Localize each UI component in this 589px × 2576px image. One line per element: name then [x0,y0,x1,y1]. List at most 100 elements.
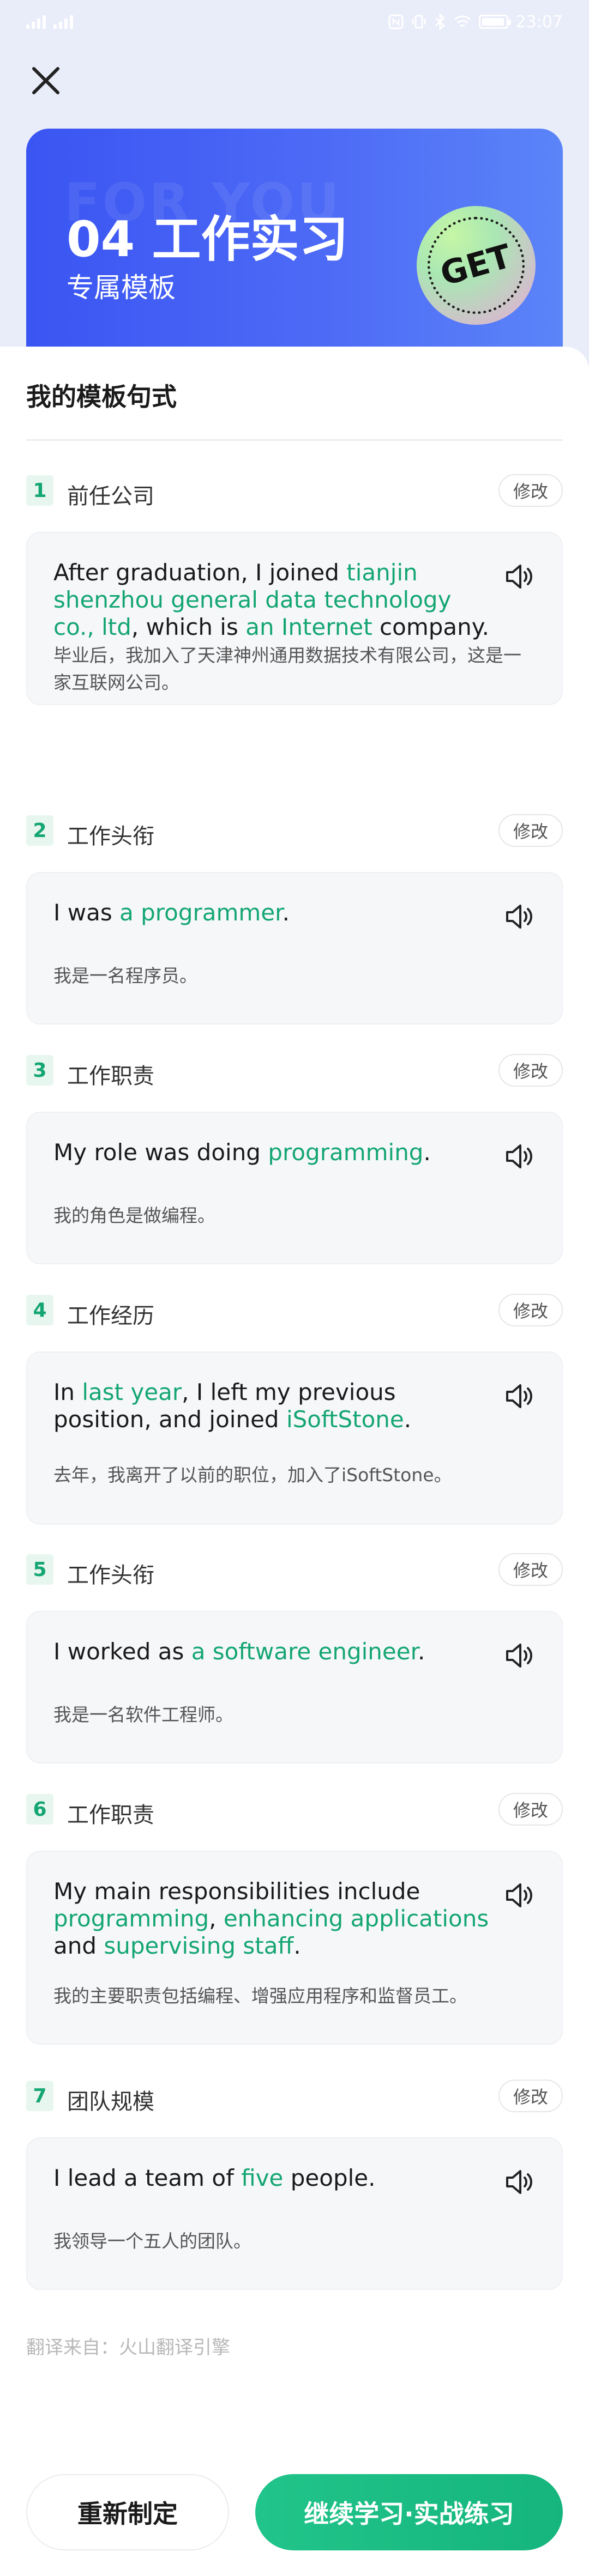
sentence-chinese: 毕业后，我加入了天津神州通用数据技术有限公司，这是一家互联网公司。 [53,645,521,693]
sentence-chinese: 我领导一个五人的团队。 [53,2230,251,2252]
get-badge: GET [417,206,536,325]
speaker-icon[interactable] [505,1382,536,1410]
item-number-badge: 7 [26,2081,53,2111]
edit-button[interactable]: 修改 [498,814,563,847]
signal-icon [26,15,46,29]
sentence-text: . [418,1638,425,1665]
sentence-text: . [282,899,290,926]
item-label: 前任公司 [67,484,154,509]
item-header: 2 工作头衔 修改 [26,814,563,849]
speaker-icon[interactable] [505,2168,536,2196]
signal-icon-2 [53,15,73,29]
status-bar: 23:07 [0,0,589,44]
sentence-text: and [53,1932,104,1959]
item-header: 7 团队规模 修改 [26,2080,563,2114]
item-number-badge: 4 [26,1295,53,1325]
highlighted-phrase: five [241,2165,284,2191]
item-header: 3 工作职责 修改 [26,1054,563,1089]
sentence-card: My role was doing programming. 我的角色是做编程。 [26,1112,563,1264]
highlighted-phrase: an Internet [245,614,372,640]
translate-note: 翻译来自：火山翻译引擎 [26,2337,230,2359]
sentence-english: I worked as a software engineer. [53,1638,495,1665]
sentence-card: I worked as a software engineer. 我是一名软件工程… [26,1611,563,1763]
sentence-english: In last year, I left my previous positio… [53,1379,495,1433]
hero-title: 04 工作实习 [67,211,348,268]
sentence-text: . [293,1932,301,1959]
battery-icon [478,15,511,29]
sentence-chinese: 我的主要职责包括编程、增强应用程序和监督员工。 [53,1985,467,2007]
sentence-text: After graduation, I joined [53,559,347,586]
sentence-english: My role was doing programming. [53,1139,495,1166]
hero-subtitle: 专属模板 [67,272,176,304]
speaker-icon[interactable] [505,1641,536,1670]
item-header: 6 工作职责 修改 [26,1793,563,1828]
highlighted-phrase: supervising staff [104,1932,294,1959]
item-label: 工作职责 [67,1064,154,1089]
edit-button[interactable]: 修改 [498,1553,563,1586]
item-header: 4 工作经历 修改 [26,1294,563,1329]
speaker-icon[interactable] [505,1142,536,1171]
edit-button[interactable]: 修改 [498,474,563,507]
item-label: 工作经历 [67,1304,154,1329]
sentence-text: . [423,1139,431,1166]
highlighted-phrase: iSoftStone [286,1406,404,1433]
highlighted-phrase: programming [268,1139,424,1166]
edit-button[interactable]: 修改 [498,1054,563,1087]
item-header: 1 前任公司 修改 [26,474,563,509]
item-number-badge: 5 [26,1554,53,1585]
highlighted-phrase: a software engineer [191,1638,418,1665]
highlighted-phrase: programming [53,1905,209,1932]
sentence-text: , [209,1905,224,1932]
continue-button[interactable]: 继续学习·实战练习 [255,2474,563,2550]
close-icon [32,67,59,94]
item-number-badge: 6 [26,1794,53,1825]
sentence-text: company. [372,614,489,640]
wifi-icon [454,15,471,27]
get-badge-text: GET [436,237,516,294]
hero-card: FOR YOU 04 工作实习 专属模板 GET [26,129,563,379]
sentence-text: I worked as [53,1638,191,1665]
sentence-card: In last year, I left my previous positio… [26,1351,563,1525]
sentence-english: My main responsibilities include program… [53,1878,495,1960]
sentence-text: I lead a team of [53,2165,242,2191]
close-button[interactable] [26,61,65,100]
sentence-card: My main responsibilities include program… [26,1851,563,2045]
redo-button[interactable]: 重新制定 [26,2474,229,2550]
sentence-text: My role was doing [53,1139,268,1166]
item-label: 工作职责 [67,1803,154,1828]
sentence-card: I was a programmer. 我是一名程序员。 [26,872,563,1025]
sentence-chinese: 我是一名程序员。 [53,965,197,986]
item-header: 5 工作头衔 修改 [26,1553,563,1588]
item-label: 工作头衔 [67,824,154,849]
speaker-icon[interactable] [505,562,536,591]
sentence-text: I was [53,899,120,926]
sentence-text: In [53,1379,82,1405]
divider [26,439,563,441]
sentence-card: I lead a team of five people. 我领导一个五人的团队。 [26,2137,563,2290]
sentence-chinese: 去年，我离开了以前的职位，加入了iSoftStone。 [53,1464,452,1486]
sentence-chinese: 我的角色是做编程。 [53,1205,215,1226]
sentence-english: I was a programmer. [53,899,495,926]
speaker-icon[interactable] [505,1881,536,1910]
sentence-text: , which is [131,614,246,640]
sentence-chinese: 我是一名软件工程师。 [53,1704,233,1725]
sentence-text: people. [283,2165,376,2191]
get-badge-ring: GET [428,217,525,314]
section-title: 我的模板句式 [26,382,177,411]
status-left [26,15,73,29]
sentence-english: I lead a team of five people. [53,2165,495,2192]
highlighted-phrase: enhancing applications [223,1905,489,1932]
item-number-badge: 3 [26,1055,53,1086]
nfc-icon [388,14,404,29]
bluetooth-icon [435,14,445,30]
vibrate-icon [412,15,426,29]
speaker-icon[interactable] [505,902,536,931]
edit-button[interactable]: 修改 [498,2080,563,2112]
edit-button[interactable]: 修改 [498,1793,563,1826]
item-label: 工作头衔 [67,1563,154,1588]
status-right: 23:07 [388,13,563,32]
item-label: 团队规模 [67,2089,154,2114]
edit-button[interactable]: 修改 [498,1294,563,1326]
item-number-badge: 2 [26,815,53,846]
status-time: 23:07 [515,12,563,32]
